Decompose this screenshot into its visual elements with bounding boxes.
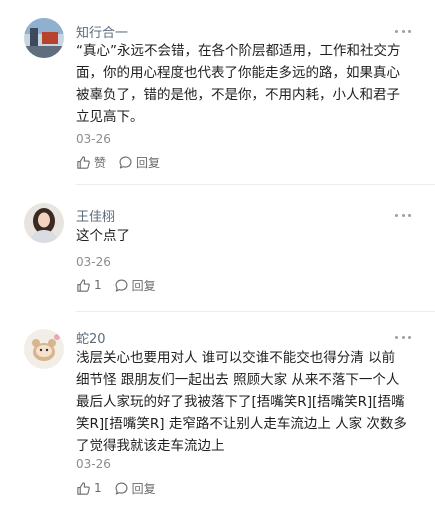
comment-content: “真心”永远不会错，在各个阶层都适用，工作和社交方 面，你的用心程度也代表了你能…	[76, 40, 416, 128]
comment-text-line: 最后人家玩的好了我被落下了[捂嘴笑R][捂嘴笑R][捂嘴	[76, 394, 405, 410]
comment-actions: 1 回复	[76, 276, 168, 294]
comment-bubble-icon	[118, 155, 133, 170]
comment-text-line: 笑R][捂嘴笑R] 走窄路不让别人走车流边上 人家 次数多	[76, 416, 407, 432]
reply-label: 回复	[131, 278, 156, 293]
reply-label: 回复	[131, 481, 156, 496]
comment-item: 王佳栩 这个点了 03-26 1 回复	[0, 185, 435, 312]
more-dots-icon[interactable]	[395, 28, 411, 34]
comment-item: 蛇20 浅层关心也要用对人 谁可以交谁不能交也得分清 以前 细节怪 跟朋友们一起…	[0, 312, 435, 518]
like-count: 1	[94, 278, 102, 292]
comment-text-line: 立见高下。	[76, 109, 144, 125]
comment-content: 浅层关心也要用对人 谁可以交谁不能交也得分清 以前 细节怪 跟朋友们一起出去 照…	[76, 347, 416, 457]
like-label: 赞	[94, 155, 107, 170]
thumbs-up-icon	[76, 481, 91, 496]
comment-text-line: 细节怪 跟朋友们一起出去 照顾大家 从来不落下一个人	[76, 372, 400, 388]
like-button[interactable]: 赞	[76, 154, 106, 171]
comment-username[interactable]: 王佳栩	[76, 206, 115, 225]
more-dots-icon[interactable]	[395, 212, 411, 218]
comment-date: 03-26	[76, 457, 111, 471]
like-count: 1	[94, 481, 102, 495]
comment-content: 这个点了	[76, 225, 416, 247]
thumbs-up-icon	[76, 278, 91, 293]
comment-actions: 1 回复	[76, 479, 168, 497]
more-dots-icon[interactable]	[395, 334, 411, 340]
reply-button[interactable]: 回复	[114, 277, 156, 294]
comment-username[interactable]: 蛇20	[76, 328, 106, 347]
like-button[interactable]: 1	[76, 481, 102, 496]
comment-text-line: 了觉得我就该走车流边上	[76, 438, 225, 454]
comment-text-line: 浅层关心也要用对人 谁可以交谁不能交也得分清 以前	[76, 350, 396, 366]
comment-item: 知行合一 “真心”永远不会错，在各个阶层都适用，工作和社交方 面，你的用心程度也…	[0, 0, 435, 185]
like-button[interactable]: 1	[76, 278, 102, 293]
comment-text-line: 被辜负了，错的是他，不是你，不用内耗，小人和君子	[76, 87, 400, 103]
reply-label: 回复	[136, 155, 161, 170]
avatar[interactable]	[24, 18, 64, 58]
comment-bubble-icon	[114, 481, 129, 496]
comment-username[interactable]: 知行合一	[76, 22, 128, 41]
comment-bubble-icon	[114, 278, 129, 293]
reply-button[interactable]: 回复	[114, 480, 156, 497]
comment-text-line: 面，你的用心程度也代表了你能走多远的路，如果真心	[76, 65, 400, 81]
comment-actions: 赞 回复	[76, 153, 172, 171]
comment-text-line: “真心”永远不会错，在各个阶层都适用，工作和社交方	[76, 43, 401, 59]
comment-text-line: 这个点了	[76, 228, 130, 244]
comment-date: 03-26	[76, 255, 111, 269]
comment-date: 03-26	[76, 132, 111, 146]
avatar[interactable]	[24, 329, 64, 369]
thumbs-up-icon	[76, 155, 91, 170]
avatar[interactable]	[24, 203, 64, 243]
reply-button[interactable]: 回复	[118, 154, 160, 171]
